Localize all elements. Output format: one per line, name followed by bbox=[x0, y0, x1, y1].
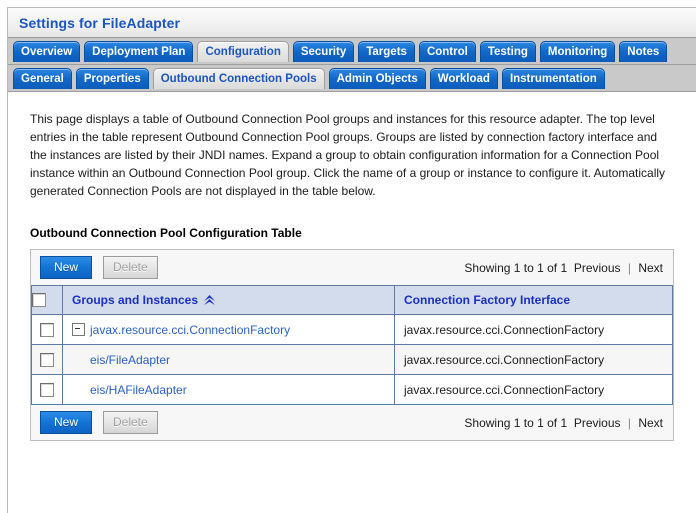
row-checkbox[interactable] bbox=[40, 322, 54, 337]
toolbar-buttons-top: New Delete bbox=[40, 256, 169, 279]
group-or-instance-link[interactable]: javax.resource.cci.ConnectionFactory bbox=[90, 323, 290, 337]
subtab-properties[interactable]: Properties bbox=[75, 68, 149, 89]
subtab-general[interactable]: General bbox=[13, 68, 72, 89]
row-select-cell bbox=[31, 314, 63, 345]
connection-factory-interface-value: javax.resource.cci.ConnectionFactory bbox=[404, 352, 605, 367]
row-checkbox[interactable] bbox=[40, 352, 54, 367]
row-interface-cell: javax.resource.cci.ConnectionFactory bbox=[394, 314, 673, 345]
table-toolbar-bottom: New Delete Showing 1 to 1 of 1 Previous … bbox=[31, 405, 673, 440]
row-name-cell: eis/FileAdapter bbox=[62, 344, 395, 375]
row-select-cell bbox=[31, 344, 63, 375]
pager-separator-top: | bbox=[627, 260, 631, 275]
tab-testing[interactable]: Testing bbox=[479, 41, 536, 62]
content-area: This page displays a table of Outbound C… bbox=[8, 92, 696, 441]
page-title: Settings for FileAdapter bbox=[19, 14, 181, 31]
select-all-header bbox=[31, 285, 63, 315]
subtab-admin-objects[interactable]: Admin Objects bbox=[328, 68, 426, 89]
showing-count-bottom: Showing 1 to 1 of 1 bbox=[464, 415, 568, 430]
pager-separator-bottom: | bbox=[627, 415, 631, 430]
row-name-cell: javax.resource.cci.ConnectionFactory bbox=[62, 314, 395, 345]
pagination-bottom: Showing 1 to 1 of 1 Previous | Next bbox=[464, 416, 665, 430]
section-title: Outbound Connection Pool Configuration T… bbox=[30, 226, 302, 240]
delete-button-top: Delete bbox=[103, 256, 158, 279]
group-or-instance-link[interactable]: eis/FileAdapter bbox=[90, 353, 170, 367]
secondary-tab-strip: General Properties Outbound Connection Poo… bbox=[8, 65, 696, 92]
connection-factory-interface-value: javax.resource.cci.ConnectionFactory bbox=[404, 382, 605, 397]
column-header-groups-and-instances[interactable]: Groups and Instances bbox=[62, 285, 395, 315]
table-toolbar-top: New Delete Showing 1 to 1 of 1 Previous … bbox=[31, 250, 673, 285]
collapse-icon[interactable] bbox=[72, 323, 85, 336]
connection-pool-table-box: New Delete Showing 1 to 1 of 1 Previous … bbox=[30, 249, 674, 441]
column-label-connection-factory-interface: Connection Factory Interface bbox=[404, 293, 571, 307]
toolbar-buttons-bottom: New Delete bbox=[40, 411, 169, 434]
tab-overview[interactable]: Overview bbox=[13, 41, 81, 62]
pagination-top: Showing 1 to 1 of 1 Previous | Next bbox=[464, 261, 665, 275]
tab-monitoring[interactable]: Monitoring bbox=[539, 41, 616, 62]
outbound-connection-pool-table: Groups and Instances Connection Factory … bbox=[31, 285, 673, 405]
table-row: eis/FileAdapter javax.resource.cci.Connec… bbox=[31, 344, 673, 375]
column-header-connection-factory-interface[interactable]: Connection Factory Interface bbox=[394, 285, 673, 315]
column-label-groups-and-instances: Groups and Instances bbox=[72, 293, 199, 307]
select-all-checkbox[interactable] bbox=[32, 293, 46, 308]
page-description: This page displays a table of Outbound C… bbox=[30, 112, 666, 198]
tab-control[interactable]: Control bbox=[418, 41, 476, 62]
table-row: javax.resource.cci.ConnectionFactory java… bbox=[31, 314, 673, 345]
previous-link-bottom[interactable]: Previous bbox=[574, 416, 621, 430]
row-checkbox[interactable] bbox=[40, 382, 54, 397]
new-button-bottom[interactable]: New bbox=[40, 411, 92, 434]
next-link-top[interactable]: Next bbox=[638, 261, 663, 275]
row-name-cell: eis/HAFileAdapter bbox=[62, 374, 395, 405]
row-interface-cell: javax.resource.cci.ConnectionFactory bbox=[394, 344, 673, 375]
tab-deployment-plan[interactable]: Deployment Plan bbox=[84, 41, 194, 62]
group-or-instance-link[interactable]: eis/HAFileAdapter bbox=[90, 383, 187, 397]
row-select-cell bbox=[31, 374, 63, 405]
row-interface-cell: javax.resource.cci.ConnectionFactory bbox=[394, 374, 673, 405]
tab-security[interactable]: Security bbox=[292, 41, 355, 62]
subtab-workload[interactable]: Workload bbox=[429, 68, 498, 89]
connection-factory-interface-value: javax.resource.cci.ConnectionFactory bbox=[404, 322, 605, 337]
next-link-bottom[interactable]: Next bbox=[638, 416, 663, 430]
subtab-outbound-connection-pools[interactable]: Outbound Connection Pools bbox=[152, 68, 325, 89]
tab-notes[interactable]: Notes bbox=[619, 41, 668, 62]
previous-link-top[interactable]: Previous bbox=[574, 261, 621, 275]
window-titlebar: Settings for FileAdapter bbox=[8, 8, 696, 38]
primary-tab-strip: Overview Deployment Plan Configuration Secu… bbox=[8, 38, 696, 65]
table-body: javax.resource.cci.ConnectionFactory java… bbox=[31, 314, 673, 405]
showing-count-top: Showing 1 to 1 of 1 bbox=[464, 260, 568, 275]
table-row: eis/HAFileAdapter javax.resource.cci.Conn… bbox=[31, 374, 673, 405]
sort-ascending-icon[interactable] bbox=[204, 295, 215, 305]
tab-targets[interactable]: Targets bbox=[358, 41, 415, 62]
tab-configuration[interactable]: Configuration bbox=[197, 41, 289, 62]
delete-button-bottom: Delete bbox=[103, 411, 158, 434]
table-head: Groups and Instances Connection Factory … bbox=[31, 285, 673, 315]
subtab-instrumentation[interactable]: Instrumentation bbox=[501, 68, 605, 89]
new-button-top[interactable]: New bbox=[40, 256, 92, 279]
table-header-row: Groups and Instances Connection Factory … bbox=[31, 285, 673, 315]
page-root: Settings for FileAdapter Overview Deploym… bbox=[0, 0, 696, 513]
settings-panel: Settings for FileAdapter Overview Deploym… bbox=[7, 7, 696, 513]
